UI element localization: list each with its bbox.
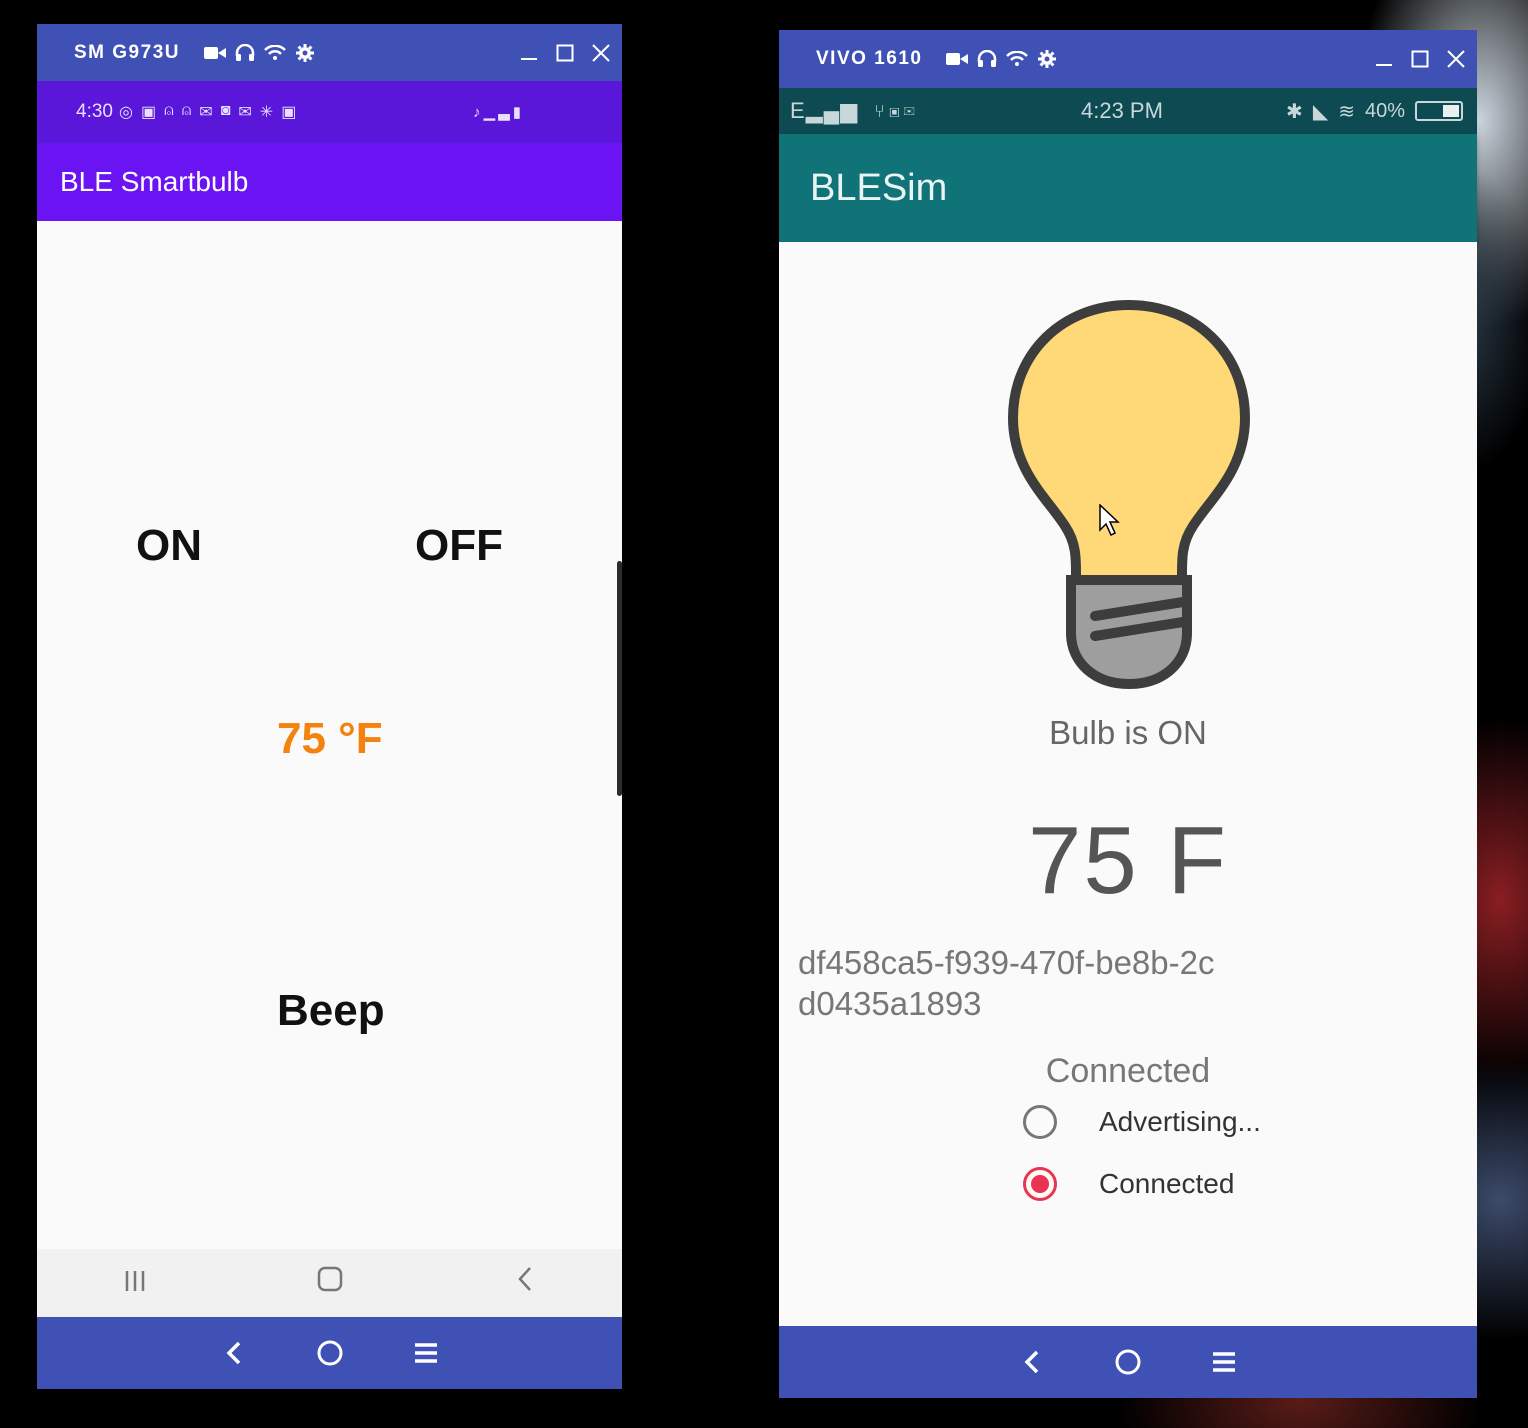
app-notification-icon: ▣ <box>888 100 904 121</box>
wifi-icon[interactable] <box>264 44 286 61</box>
close-icon[interactable] <box>1447 50 1465 68</box>
radio-label: Advertising... <box>1099 1106 1261 1137</box>
settings-gear-icon[interactable] <box>1037 49 1057 69</box>
device-window-vivo-1610: VIVO 1610 E▂▄▆ ⑂▣✉ 4:23 PM ✱ ◣ ≋ 40% BLE… <box>779 30 1477 1398</box>
on-button[interactable]: ON <box>136 521 202 571</box>
signal-icon: ▁▃ <box>483 104 513 121</box>
lightbulb-icon <box>1007 299 1251 690</box>
linkedin-icon: ▣ <box>140 104 157 121</box>
window-title: VIVO 1610 <box>816 48 923 69</box>
device-window-sm-g973u: SM G973U 4:30 ◎ ▣ ⍝ ⍝ ✉ ◙ ✉ ✳ ▣ ♪▁▃▮ BLE… <box>37 24 622 1389</box>
titlebar-tools <box>203 43 315 63</box>
device-uuid: df458ca5-f939-470f-be8b-2cd0435a1893 <box>798 944 1215 1022</box>
bulb-status-label: Bulb is ON <box>1049 714 1207 751</box>
app-bar: BLESim <box>779 134 1477 242</box>
settings-gear-icon[interactable] <box>295 43 315 63</box>
window-controls <box>1375 50 1465 68</box>
system-icons: ♪▁▃▮ <box>473 103 524 121</box>
headphones-icon[interactable] <box>235 43 255 62</box>
radio-advertising[interactable]: Advertising... <box>1023 1105 1261 1139</box>
recent-apps-icon[interactable] <box>95 1266 175 1300</box>
whatsapp-icon: ◎ <box>118 104 133 121</box>
host-back-icon[interactable] <box>216 1340 252 1366</box>
mute-icon: ♪ <box>473 104 484 121</box>
usb-icon: ⑂ <box>874 100 889 121</box>
maximize-icon[interactable] <box>556 44 574 62</box>
android-status-bar: 4:30 ◎ ▣ ⍝ ⍝ ✉ ◙ ✉ ✳ ▣ ♪▁▃▮ <box>37 81 622 143</box>
android-nav-bar <box>37 1249 622 1317</box>
app-content: Bulb is ON 75 F df458ca5-f939-470f-be8b-… <box>779 242 1477 1326</box>
system-icons: ✱ ◣ ≋ 40% <box>1286 99 1463 124</box>
app-content: ON OFF 75 °F Beep <box>37 221 622 1249</box>
instagram-icon: ◙ <box>220 102 231 119</box>
minimize-icon[interactable] <box>1375 50 1393 68</box>
bluetooth-icon: ✱ <box>1286 100 1303 123</box>
titlebar-tools <box>946 49 1057 69</box>
radio-connected[interactable]: Connected <box>1023 1167 1234 1201</box>
app-title: BLE Smartbulb <box>60 166 249 197</box>
headphones-icon[interactable] <box>977 50 997 68</box>
battery-percent: 40% <box>1364 99 1405 122</box>
notification-icons: ◎ ▣ ⍝ ⍝ ✉ ◙ ✉ ✳ ▣ <box>119 102 296 122</box>
scroll-handle[interactable] <box>617 561 622 796</box>
off-button[interactable]: OFF <box>415 521 503 571</box>
host-home-icon[interactable] <box>312 1339 348 1367</box>
gmail-icon: ✉ <box>199 104 213 121</box>
temperature-readout: 75 F <box>1027 807 1229 914</box>
wifi-icon[interactable] <box>1006 51 1029 67</box>
signal-indicator: E▂▄▆ <box>790 98 858 124</box>
android-status-bar: E▂▄▆ ⑂▣✉ 4:23 PM ✱ ◣ ≋ 40% <box>779 88 1477 134</box>
window-controls <box>520 43 610 62</box>
person-icon: ⍝ <box>181 102 192 119</box>
app-bar: BLE Smartbulb <box>37 143 622 221</box>
host-back-icon[interactable] <box>1014 1349 1050 1375</box>
wifi-status-icon: ≋ <box>1338 100 1355 123</box>
radio-label: Connected <box>1099 1168 1235 1199</box>
network-type: E <box>790 98 806 123</box>
temperature-readout: 75 °F <box>277 714 383 763</box>
back-icon[interactable] <box>485 1266 565 1300</box>
walmart-icon: ✳ <box>259 104 274 121</box>
host-nav-bar <box>779 1326 1477 1398</box>
battery-icon: ▮ <box>512 104 524 121</box>
mute-icon: ◣ <box>1312 100 1329 123</box>
host-menu-icon[interactable] <box>1206 1351 1242 1373</box>
signal-bars-icon: ▂▄▆ <box>805 98 859 123</box>
status-time: 4:30 <box>76 101 113 122</box>
app-title: BLESim <box>810 166 948 209</box>
window-title: SM G973U <box>74 41 180 63</box>
person-icon: ⍝ <box>164 102 174 119</box>
mail-icon: ✉ <box>903 100 919 121</box>
camera-icon[interactable] <box>203 45 226 61</box>
window-titlebar[interactable]: VIVO 1610 <box>779 30 1477 88</box>
window-titlebar[interactable]: SM G973U <box>37 24 622 81</box>
battery-icon <box>1415 101 1463 121</box>
mouse-cursor-icon <box>1099 504 1120 536</box>
radio-button-checked[interactable] <box>1023 1167 1057 1201</box>
host-menu-icon[interactable] <box>408 1342 444 1364</box>
linkedin-icon: ▣ <box>281 104 297 121</box>
camera-icon[interactable] <box>946 51 969 67</box>
host-nav-bar <box>37 1317 622 1389</box>
connection-status-label: Connected <box>1045 1052 1211 1090</box>
maximize-icon[interactable] <box>1411 50 1429 68</box>
notification-icons: ⑂▣✉ <box>874 101 918 122</box>
status-time: 4:23 PM <box>1081 98 1163 123</box>
radio-button[interactable] <box>1023 1105 1057 1139</box>
host-home-icon[interactable] <box>1110 1348 1146 1376</box>
close-icon[interactable] <box>592 43 610 62</box>
minimize-icon[interactable] <box>520 44 538 62</box>
home-icon[interactable] <box>290 1266 370 1300</box>
mail-icon: ✉ <box>238 104 252 121</box>
beep-button[interactable]: Beep <box>277 986 385 1036</box>
